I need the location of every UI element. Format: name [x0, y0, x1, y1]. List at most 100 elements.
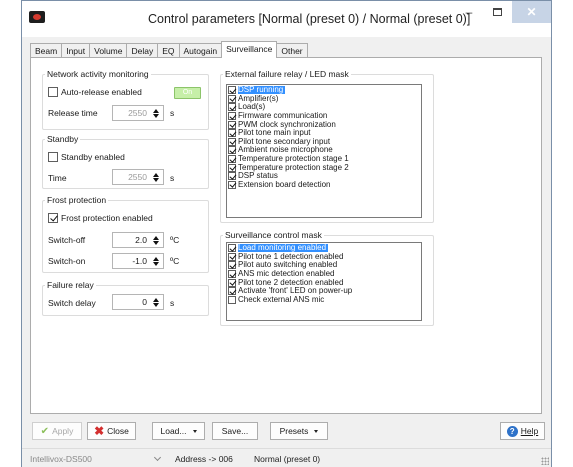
switch-off-unit: ºC	[170, 235, 180, 245]
auto-release-checkbox-row[interactable]: Auto-release enabled	[48, 87, 142, 97]
list-item-checkbox[interactable]	[228, 295, 236, 304]
tab-input[interactable]: Input	[61, 43, 91, 58]
device-name: Intellivox-DS500	[30, 454, 92, 464]
checkmark-icon: ✔	[40, 425, 50, 437]
apply-button[interactable]: ✔ Apply	[32, 422, 82, 440]
surveillance-mask-list[interactable]: Load monitoring enabled Pilot tone 1 det…	[226, 242, 422, 321]
failure-relay-legend: Failure relay	[47, 280, 94, 290]
presets-label: Presets	[279, 426, 309, 436]
save-button[interactable]: Save...	[212, 422, 258, 440]
app-icon	[29, 11, 45, 23]
switch-on-spinbox[interactable]: -1.0	[112, 253, 164, 269]
address-status: Address -> 006	[175, 454, 233, 464]
surveillance-panel: Network activity monitoring Auto-release…	[30, 57, 542, 414]
list-item-checkbox[interactable]	[228, 94, 236, 103]
minimize-button[interactable]: –	[457, 1, 481, 23]
tab-autogain[interactable]: Autogain	[178, 43, 223, 58]
switch-on-unit: ºC	[170, 256, 180, 266]
list-item-checkbox[interactable]	[228, 172, 236, 181]
close-x-icon: ✖	[94, 424, 105, 438]
spin-arrows-icon[interactable]	[151, 297, 161, 307]
list-item-checkbox[interactable]	[228, 163, 236, 172]
close-label: Close	[107, 426, 129, 436]
list-item-checkbox[interactable]	[228, 103, 236, 112]
switch-on-value: -1.0	[132, 256, 147, 266]
tab-beam[interactable]: Beam	[30, 43, 63, 58]
standby-time-value: 2550	[128, 172, 147, 182]
close-button[interactable]: ✖ Close	[87, 422, 136, 440]
on-button[interactable]: On	[174, 87, 201, 99]
list-item-checkbox[interactable]	[228, 261, 236, 270]
list-item-checkbox[interactable]	[228, 120, 236, 129]
tab-eq[interactable]: EQ	[157, 43, 180, 58]
dropdown-arrow-icon	[192, 429, 197, 433]
standby-time-spinbox[interactable]: 2550	[112, 169, 164, 185]
release-time-value: 2550	[128, 108, 147, 118]
switch-off-value: 2.0	[135, 235, 147, 245]
dropdown-arrow-icon	[314, 429, 319, 433]
resize-grip-icon[interactable]	[541, 457, 549, 465]
frost-enabled-row[interactable]: Frost protection enabled	[48, 213, 153, 223]
list-item[interactable]: Extension board detection	[228, 180, 420, 190]
help-icon: ?	[506, 425, 518, 437]
tab-delay[interactable]: Delay	[126, 43, 159, 58]
help-label: Help	[520, 426, 539, 436]
external-failure-list[interactable]: DSP running Amplifier(s) Load(s) Firmwar…	[226, 84, 422, 218]
list-item-checkbox[interactable]	[228, 86, 236, 95]
status-bar: Intellivox-DS500 Address -> 006 Normal (…	[22, 448, 551, 467]
standby-time-unit: s	[170, 173, 175, 183]
tab-other[interactable]: Other	[276, 43, 308, 58]
list-item-checkbox[interactable]	[228, 129, 236, 138]
auto-release-label: Auto-release enabled	[61, 87, 142, 97]
switch-on-label: Switch-on	[48, 256, 86, 266]
load-label: Load...	[160, 426, 187, 436]
surveillance-mask-legend: Surveillance control mask	[225, 230, 322, 240]
list-item-checkbox[interactable]	[228, 137, 236, 146]
control-parameters-window: Control parameters [Normal (preset 0) / …	[21, 0, 552, 467]
load-button[interactable]: Load...	[152, 422, 205, 440]
list-item-checkbox[interactable]	[228, 155, 236, 164]
maximize-icon	[492, 8, 502, 16]
release-time-unit: s	[170, 108, 175, 118]
close-window-button[interactable]: ✕	[512, 1, 551, 23]
spin-arrows-icon[interactable]	[151, 172, 161, 182]
help-button[interactable]: ? Help	[500, 422, 545, 440]
auto-release-checkbox[interactable]	[48, 87, 58, 97]
switch-off-label: Switch-off	[48, 235, 86, 245]
list-item-checkbox[interactable]	[228, 244, 236, 253]
frost-enabled-checkbox[interactable]	[48, 213, 58, 223]
presets-button[interactable]: Presets	[270, 422, 328, 440]
device-selector[interactable]: Intellivox-DS500	[26, 452, 164, 466]
standby-enabled-row[interactable]: Standby enabled	[48, 152, 125, 162]
spin-arrows-icon[interactable]	[151, 108, 161, 118]
list-item-checkbox[interactable]	[228, 287, 236, 296]
window-title: Control parameters [Normal (preset 0) / …	[148, 12, 471, 26]
switch-off-spinbox[interactable]: 2.0	[112, 232, 164, 248]
external-failure-legend: External failure relay / LED mask	[225, 69, 349, 79]
list-item-checkbox[interactable]	[228, 270, 236, 279]
switch-delay-label: Switch delay	[48, 298, 96, 308]
frost-protection-legend: Frost protection	[47, 195, 107, 205]
list-item-checkbox[interactable]	[228, 180, 236, 189]
standby-enabled-checkbox[interactable]	[48, 152, 58, 162]
list-item-checkbox[interactable]	[228, 146, 236, 155]
save-label: Save...	[221, 426, 249, 436]
button-bar: ✔ Apply ✖ Close Load... Save... Presets …	[30, 422, 545, 440]
switch-delay-spinbox[interactable]: 0	[112, 294, 164, 310]
standby-legend: Standby	[47, 134, 79, 144]
title-bar[interactable]: Control parameters [Normal (preset 0) / …	[22, 1, 551, 37]
maximize-button[interactable]	[485, 1, 509, 23]
release-time-spinbox[interactable]: 2550	[112, 105, 164, 121]
tab-surveillance[interactable]: Surveillance	[221, 41, 278, 58]
spin-arrows-icon[interactable]	[151, 256, 161, 266]
frost-enabled-label: Frost protection enabled	[61, 213, 153, 223]
switch-delay-value: 0	[142, 297, 147, 307]
network-activity-legend: Network activity monitoring	[47, 69, 149, 79]
list-item-checkbox[interactable]	[228, 278, 236, 287]
spin-arrows-icon[interactable]	[151, 235, 161, 245]
tab-volume[interactable]: Volume	[89, 43, 128, 58]
list-item[interactable]: Check external ANS mic	[228, 295, 420, 305]
list-item-checkbox[interactable]	[228, 252, 236, 261]
apply-label: Apply	[52, 426, 74, 436]
list-item-checkbox[interactable]	[228, 112, 236, 121]
